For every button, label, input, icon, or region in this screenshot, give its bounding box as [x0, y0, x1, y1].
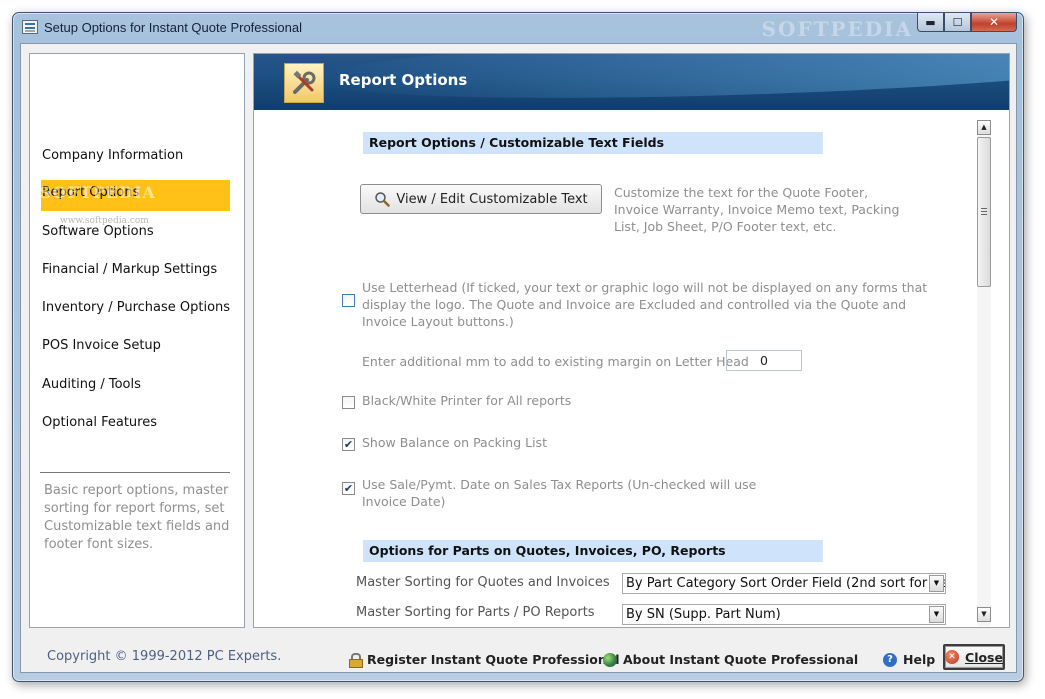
show-balance-label: Show Balance on Packing List — [362, 435, 547, 450]
register-link[interactable]: Register Instant Quote Professional — [349, 652, 620, 668]
nav-item-optional-features[interactable]: Optional Features — [42, 415, 157, 430]
sort-quotes-label: Master Sorting for Quotes and Invoices — [356, 575, 610, 590]
nav-item-company-information[interactable]: Company Information — [42, 148, 183, 163]
bw-printer-label: Black/White Printer for All reports — [362, 393, 572, 408]
scroll-up-icon[interactable]: ▲ — [977, 120, 991, 135]
setup-options-window: Setup Options for Instant Quote Professi… — [12, 12, 1024, 682]
about-link[interactable]: About Instant Quote Professional — [603, 652, 858, 667]
chevron-down-icon[interactable]: ▼ — [929, 606, 944, 623]
use-letterhead-label: Use Letterhead (If ticked, your text or … — [362, 280, 928, 329]
app-icon — [22, 20, 38, 34]
nav-divider — [40, 472, 230, 473]
close-label: Close — [965, 649, 1003, 665]
sort-parts-select[interactable]: By SN (Supp. Part Num) ▼ — [622, 604, 946, 625]
sort-quotes-value: By Part Category Sort Order Field (2nd s… — [626, 576, 946, 591]
letterhead-margin-label: Enter additional mm to add to existing m… — [362, 354, 749, 369]
nav-item-inventory-purchase[interactable]: Inventory / Purchase Options — [42, 300, 230, 315]
window-title: Setup Options for Instant Quote Professi… — [44, 20, 302, 35]
checkmark-icon: ✔ — [343, 438, 354, 451]
nav-item-financial-markup[interactable]: Financial / Markup Settings — [42, 262, 217, 277]
minimize-icon: ▬ — [925, 15, 936, 29]
view-edit-customizable-text-button[interactable]: View / Edit Customizable Text — [360, 184, 602, 214]
nav-item-pos-invoice[interactable]: POS Invoice Setup — [42, 338, 161, 353]
title-bar[interactable]: Setup Options for Instant Quote Professi… — [13, 13, 1023, 43]
show-balance-checkbox[interactable]: ✔ — [342, 438, 355, 451]
bw-printer-checkbox[interactable] — [342, 396, 355, 409]
section-heading-parts-options: Options for Parts on Quotes, Invoices, P… — [363, 540, 823, 562]
close-button[interactable]: ✕ Close — [943, 644, 1005, 670]
vertical-scrollbar[interactable]: ▲ ▼ — [977, 120, 991, 626]
view-edit-button-label: View / Edit Customizable Text — [396, 191, 588, 207]
magnifier-icon — [375, 192, 391, 207]
report-options-panel: Report Options Report Options / Customiz… — [253, 53, 1010, 628]
help-link[interactable]: ? Help — [883, 652, 935, 667]
sort-parts-label: Master Sorting for Parts / PO Reports — [356, 605, 595, 620]
panel-title: Report Options — [339, 71, 468, 89]
maximize-icon: ☐ — [952, 15, 963, 29]
dialog-client-area: Company Information Report Options SOFTP… — [20, 43, 1017, 673]
checkmark-icon: ✔ — [343, 482, 354, 495]
watermark: SOFTPEDIA — [761, 17, 913, 41]
close-icon: ✕ — [945, 650, 960, 664]
softpedia-watermark: SOFTPEDIA — [40, 183, 156, 202]
help-icon: ? — [883, 652, 897, 667]
window-close-button[interactable]: ✕ — [971, 13, 1017, 32]
nav-item-auditing-tools[interactable]: Auditing / Tools — [42, 377, 141, 392]
chevron-down-icon[interactable]: ▼ — [929, 575, 944, 592]
nav-item-software-options[interactable]: Software Options — [42, 224, 154, 239]
lock-icon — [349, 653, 363, 668]
minimize-button[interactable]: ▬ — [917, 13, 944, 32]
sale-date-checkbox[interactable]: ✔ — [342, 482, 355, 495]
copyright-text: Copyright © 1999-2012 PC Experts. — [47, 649, 282, 664]
scroll-down-icon[interactable]: ▼ — [977, 607, 991, 622]
section-heading-customizable-text: Report Options / Customizable Text Field… — [363, 132, 823, 154]
close-icon: ✕ — [988, 15, 1000, 29]
sort-parts-value: By SN (Supp. Part Num) — [626, 607, 781, 622]
letterhead-margin-input[interactable]: 0 — [726, 350, 802, 371]
nav-description: Basic report options, master sorting for… — [44, 483, 230, 552]
help-label: Help — [903, 652, 936, 667]
grip-icon — [981, 208, 987, 215]
globe-icon — [603, 652, 617, 667]
sort-quotes-select[interactable]: By Part Category Sort Order Field (2nd s… — [622, 573, 946, 594]
customizable-text-help: Customize the text for the Quote Footer,… — [614, 185, 900, 234]
maximize-button[interactable]: ☐ — [944, 13, 971, 32]
options-nav-panel: Company Information Report Options SOFTP… — [29, 53, 245, 628]
panel-header: Report Options — [254, 54, 1009, 110]
register-label: Register Instant Quote Professional — [367, 652, 620, 667]
about-label: About Instant Quote Professional — [623, 652, 859, 667]
use-letterhead-checkbox[interactable] — [342, 294, 355, 307]
sale-date-label: Use Sale/Pymt. Date on Sales Tax Reports… — [362, 477, 757, 509]
tools-icon — [284, 63, 324, 103]
scroll-thumb[interactable] — [977, 137, 991, 287]
